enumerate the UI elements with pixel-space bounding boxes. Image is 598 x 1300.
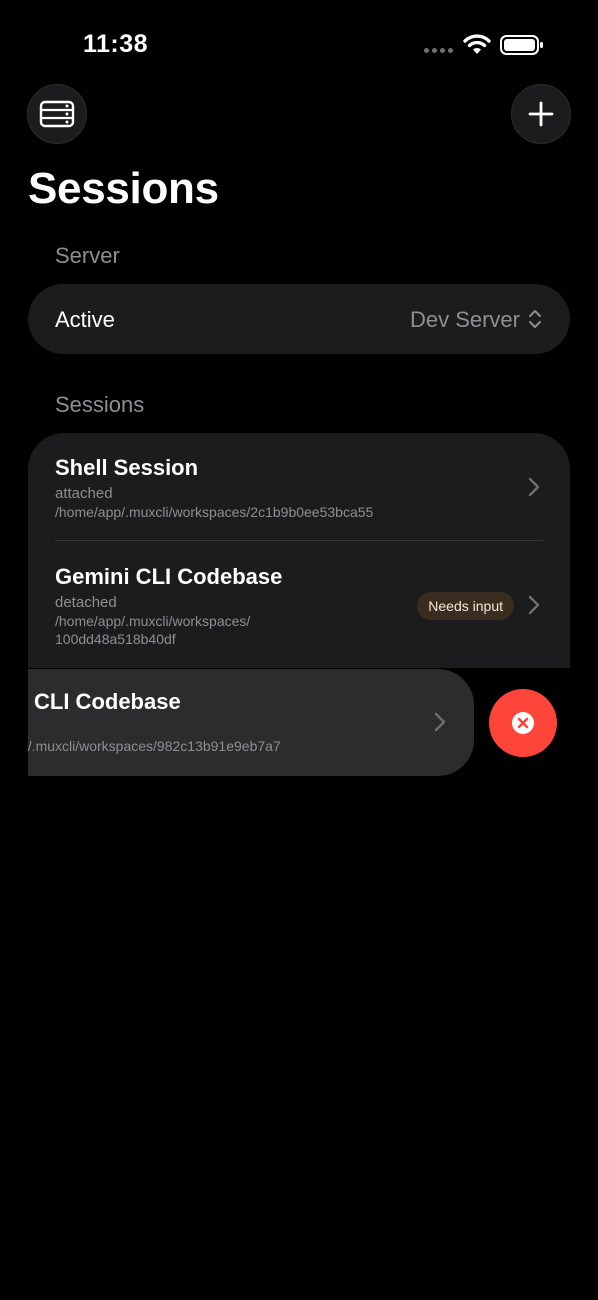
- add-session-button[interactable]: [511, 84, 571, 144]
- status-time: 11:38: [83, 30, 149, 58]
- session-status: attached: [55, 485, 113, 502]
- session-path-line1: /home/app/.muxcli/workspaces/: [55, 613, 251, 629]
- row-divider: [55, 540, 543, 541]
- session-path: p/.muxcli/workspaces/982c13b91e9eb7a7: [28, 738, 281, 754]
- session-path-line2: 100dd48a518b40df: [55, 631, 176, 647]
- active-server-value: Dev Server: [409, 307, 520, 332]
- battery-icon: [500, 35, 543, 55]
- server-picker[interactable]: Active Dev Server: [28, 284, 570, 354]
- session-title: Gemini CLI Codebase: [55, 564, 283, 589]
- session-title: CLI Codebase: [34, 689, 181, 714]
- page-title: Sessions: [28, 164, 219, 213]
- sessions-list: Shell Session attached /home/app/.muxcli…: [28, 433, 570, 668]
- wifi-icon: [463, 34, 491, 54]
- active-server-label: Active: [55, 307, 115, 332]
- chevron-up-down-icon: [529, 310, 541, 328]
- chevron-right-icon: [528, 477, 540, 497]
- chevron-right-icon: [528, 595, 540, 615]
- cellular-dots-icon: [424, 48, 453, 53]
- session-row-swiped[interactable]: CLI Codebase d p/.muxcli/workspaces/982c…: [28, 669, 474, 776]
- server-stack-icon: [39, 100, 75, 128]
- session-path: /home/app/.muxcli/workspaces/ 100dd48a51…: [55, 612, 250, 648]
- server-section-header: Server: [55, 243, 120, 268]
- session-title: Shell Session: [55, 455, 199, 480]
- x-circle-icon: [512, 712, 534, 734]
- needs-input-badge: Needs input: [417, 592, 514, 620]
- chevron-right-icon: [434, 712, 446, 732]
- sessions-section-header: Sessions: [55, 392, 145, 417]
- servers-button[interactable]: [27, 84, 87, 144]
- plus-icon: [528, 101, 554, 127]
- delete-session-button[interactable]: [489, 689, 557, 757]
- session-status: detached: [55, 594, 117, 611]
- session-path: /home/app/.muxcli/workspaces/2c1b9b0ee53…: [55, 504, 374, 520]
- status-bar: 11:38: [0, 0, 598, 90]
